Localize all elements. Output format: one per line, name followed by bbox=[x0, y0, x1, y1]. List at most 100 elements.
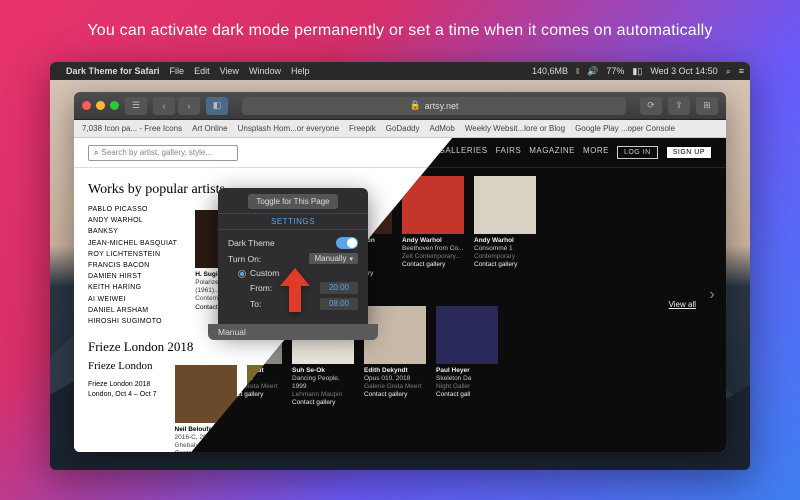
card-t4: Contact gallery bbox=[402, 261, 464, 269]
fav-item[interactable]: Weekly Websit...lore or Blog bbox=[465, 124, 565, 133]
card-t1: Andy Warhol bbox=[474, 237, 536, 245]
turn-on-select[interactable]: Manually bbox=[309, 253, 358, 264]
artist-link[interactable]: ANDY WARHOL bbox=[88, 215, 177, 226]
fair-sub: Frieze London 2018 bbox=[88, 380, 157, 390]
from-label: From: bbox=[250, 283, 272, 293]
extension-button[interactable]: ◧ bbox=[206, 97, 228, 115]
artist-link[interactable]: KEITH HARING bbox=[88, 282, 177, 293]
custom-radio[interactable] bbox=[238, 270, 246, 278]
app-name[interactable]: Dark Theme for Safari bbox=[66, 66, 160, 76]
dark-theme-toggle[interactable] bbox=[336, 237, 358, 249]
artwork-card[interactable]: Paul HeyerSkeleton DaNight GallerContact… bbox=[436, 306, 498, 408]
sidebar-button[interactable]: ☰ bbox=[125, 97, 147, 115]
menu-window[interactable]: Window bbox=[249, 66, 281, 76]
fair-name: Frieze London bbox=[88, 359, 157, 374]
artist-link[interactable]: DAMIEN HIRST bbox=[88, 271, 177, 282]
artwork-card[interactable]: Andy WarholConsommé 1ContemporaryContact… bbox=[474, 176, 536, 278]
from-time-input[interactable]: 20:00 bbox=[320, 282, 358, 294]
artwork-thumbnail bbox=[474, 176, 536, 234]
reload-button[interactable]: ⟳ bbox=[640, 97, 662, 115]
artist-link[interactable]: AI WEIWEI bbox=[88, 294, 177, 305]
card-t3: Galerie Greta Meert bbox=[364, 383, 426, 391]
turn-on-label: Turn On: bbox=[228, 254, 261, 264]
fav-item[interactable]: Art Online bbox=[192, 124, 228, 133]
card-t3: Contemporary bbox=[474, 253, 536, 261]
card-t2: Skeleton Da bbox=[436, 375, 498, 383]
safari-toolbar: ☰ ‹ › ◧ 🔒 artsy.net ⟳ ⇪ ⊞ bbox=[74, 92, 726, 120]
settings-heading: SETTINGS bbox=[218, 213, 368, 230]
card-t2: Consommé 1 bbox=[474, 245, 536, 253]
macos-desktop: Dark Theme for Safari File Edit View Win… bbox=[50, 62, 750, 470]
promo-stage: You can activate dark mode permanently o… bbox=[0, 0, 800, 500]
fav-item[interactable]: Unsplash Hom...or everyone bbox=[238, 124, 339, 133]
card-t1: Paul Heyer bbox=[436, 367, 498, 375]
card-t4: Contact gallery bbox=[364, 391, 426, 399]
back-button[interactable]: ‹ bbox=[153, 97, 175, 115]
artist-link[interactable]: JEAN-MICHEL BASQUIAT bbox=[88, 238, 177, 249]
artist-link[interactable]: PABLO PICASSO bbox=[88, 204, 177, 215]
forward-button[interactable]: › bbox=[178, 97, 200, 115]
address-text: artsy.net bbox=[425, 101, 459, 111]
battery-icon: ▮▯ bbox=[632, 66, 642, 77]
menu-file[interactable]: File bbox=[170, 66, 185, 76]
artist-link[interactable]: HIROSHI SUGIMOTO bbox=[88, 316, 177, 327]
memory-status: 140,6MB bbox=[532, 66, 568, 76]
artwork-card[interactable]: Andy WarholBeethoven from Co...Zeit Cont… bbox=[402, 176, 464, 278]
menu-help[interactable]: Help bbox=[291, 66, 310, 76]
card-t3: Night Galler bbox=[436, 383, 498, 391]
wifi-icon[interactable]: ⧛ bbox=[576, 66, 579, 77]
notifications-icon[interactable]: ≡ bbox=[739, 66, 744, 76]
to-time-input[interactable]: 08:00 bbox=[320, 298, 358, 310]
artist-list: PABLO PICASSOANDY WARHOLBANKSYJEAN-MICHE… bbox=[88, 204, 177, 327]
dark-theme-label: Dark Theme bbox=[228, 238, 275, 248]
artwork-card[interactable]: Edith DekyndtOpus 010, 2018Galerie Greta… bbox=[364, 306, 426, 408]
card-t4: Contact gallery bbox=[474, 261, 536, 269]
safari-window: ☰ ‹ › ◧ 🔒 artsy.net ⟳ ⇪ ⊞ 7,038 Icon pa.… bbox=[74, 92, 726, 452]
menubar-status: 140,6MB ⧛ 🔊 77% ▮▯ Wed 3 Oct 14:50 ⌕ ≡ bbox=[532, 66, 744, 77]
fav-item[interactable]: Google Play ...oper Console bbox=[575, 124, 675, 133]
artist-link[interactable]: BANKSY bbox=[88, 226, 177, 237]
card-t3: Lehmann Maupin bbox=[292, 391, 354, 399]
card-t1: Andy Warhol bbox=[402, 237, 464, 245]
address-bar[interactable]: 🔒 artsy.net bbox=[242, 97, 626, 115]
artist-link[interactable]: ROY LICHTENSTEIN bbox=[88, 249, 177, 260]
carousel-next-icon[interactable]: › bbox=[702, 280, 722, 310]
toggle-page-button[interactable]: Toggle for This Page bbox=[248, 194, 337, 209]
fav-item[interactable]: 7,038 Icon pa... - Free Icons bbox=[82, 124, 182, 133]
spotlight-icon[interactable]: ⌕ bbox=[726, 66, 731, 77]
macos-menubar: Dark Theme for Safari File Edit View Win… bbox=[50, 62, 750, 80]
menu-view[interactable]: View bbox=[220, 66, 239, 76]
share-button[interactable]: ⇪ bbox=[668, 97, 690, 115]
callout-arrow-icon bbox=[280, 268, 310, 317]
window-controls bbox=[82, 101, 119, 110]
minimize-button[interactable] bbox=[96, 101, 105, 110]
menu-edit[interactable]: Edit bbox=[194, 66, 210, 76]
frieze-meta: Frieze London Frieze London 2018 London,… bbox=[88, 359, 157, 452]
page-content: ⌕Search by artist, gallery, style... Wor… bbox=[74, 138, 726, 452]
fav-item[interactable]: AdMob bbox=[430, 124, 455, 133]
card-t1: Suh Se-Ok bbox=[292, 367, 354, 375]
headline-text: You can activate dark mode permanently o… bbox=[0, 22, 800, 40]
fair-dates: London, Oct 4 – Oct 7 bbox=[88, 390, 157, 400]
battery-pct: 77% bbox=[606, 66, 624, 76]
tabs-button[interactable]: ⊞ bbox=[696, 97, 718, 115]
card-t2: Dancing People, 1999 bbox=[292, 375, 354, 391]
fav-item[interactable]: GoDaddy bbox=[386, 124, 420, 133]
card-t4: Contact gallery bbox=[292, 399, 354, 407]
artist-link[interactable]: FRANCIS BACON bbox=[88, 260, 177, 271]
maximize-button[interactable] bbox=[110, 101, 119, 110]
artwork-thumbnail bbox=[436, 306, 498, 364]
custom-label: Custom bbox=[250, 268, 279, 278]
favorites-bar: 7,038 Icon pa... - Free Icons Art Online… bbox=[74, 120, 726, 138]
artist-link[interactable]: DANIEL ARSHAM bbox=[88, 305, 177, 316]
view-all-link[interactable]: View all bbox=[669, 300, 696, 309]
close-button[interactable] bbox=[82, 101, 91, 110]
card-t2: Beethoven from Co... bbox=[402, 245, 464, 253]
to-label: To: bbox=[250, 299, 261, 309]
clock: Wed 3 Oct 14:50 bbox=[650, 66, 717, 76]
card-t3: Zeit Contemporary... bbox=[402, 253, 464, 261]
fav-item[interactable]: Freepik bbox=[349, 124, 376, 133]
volume-icon[interactable]: 🔊 bbox=[587, 66, 598, 77]
manual-option[interactable]: Manual bbox=[208, 324, 378, 340]
card-t4: Contact gall bbox=[436, 391, 498, 399]
